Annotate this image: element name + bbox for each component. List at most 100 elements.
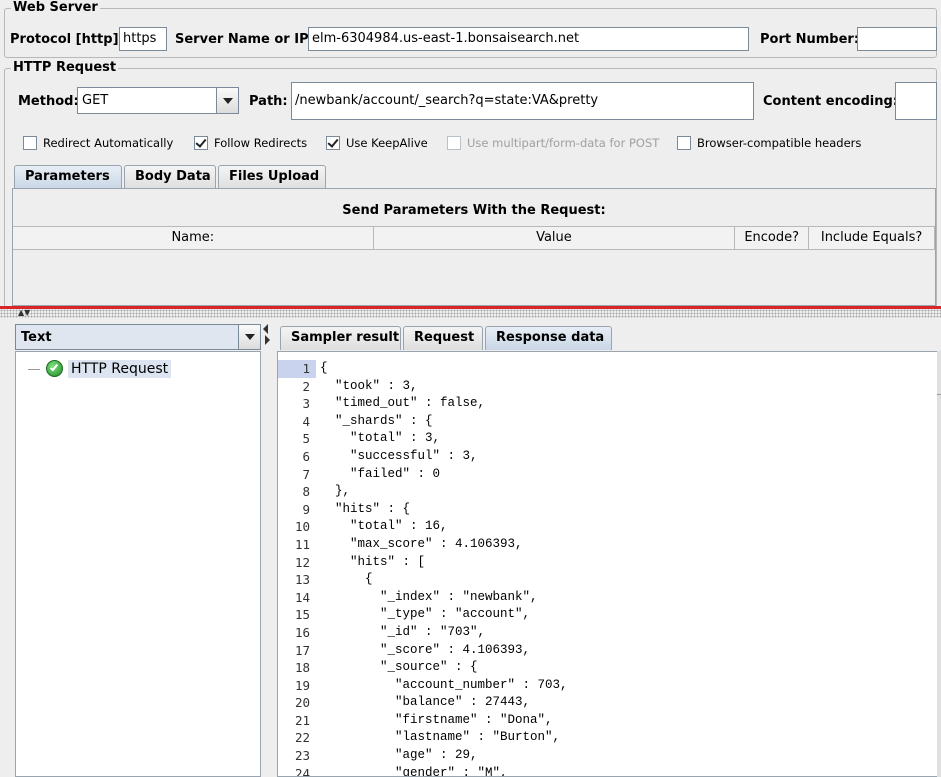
column-header-name[interactable]: Name: bbox=[13, 227, 374, 249]
code-text: { bbox=[320, 361, 328, 375]
code-line: 22 "lastname" : "Burton", bbox=[278, 729, 940, 747]
protocol-field[interactable]: https bbox=[119, 27, 167, 51]
results-tree: HTTP Request bbox=[15, 351, 261, 777]
code-text: "_type" : "account", bbox=[320, 607, 531, 622]
server-name-field[interactable]: elm-6304984.us-east-1.bonsaisearch.net bbox=[308, 27, 749, 51]
column-header-value[interactable]: Value bbox=[374, 227, 736, 249]
method-value: GET bbox=[82, 93, 109, 108]
line-number: 22 bbox=[294, 730, 310, 746]
line-number: 11 bbox=[294, 536, 310, 552]
tree-item-http-request[interactable]: HTTP Request bbox=[68, 360, 172, 378]
checkbox-box[interactable] bbox=[194, 136, 208, 150]
code-text: "_source" : { bbox=[320, 660, 478, 675]
line-number: 21 bbox=[294, 712, 310, 728]
line-number: 5 bbox=[302, 431, 310, 447]
content-encoding-label: Content encoding: bbox=[763, 94, 898, 109]
code-text: "_index" : "newbank", bbox=[320, 589, 538, 604]
code-text: "failed" : 0 bbox=[320, 466, 441, 481]
method-select[interactable]: GET bbox=[77, 87, 239, 114]
code-line: 23 "age" : 29, bbox=[278, 747, 940, 765]
renderer-value: Text bbox=[21, 330, 52, 345]
checkbox-box[interactable] bbox=[677, 136, 691, 150]
line-number: 7 bbox=[302, 466, 310, 482]
method-dropdown-button[interactable] bbox=[216, 88, 238, 113]
tab-response-data[interactable]: Response data bbox=[485, 326, 612, 350]
code-line: 15 "_type" : "account", bbox=[278, 606, 940, 624]
code-text: "timed_out" : false, bbox=[320, 396, 486, 411]
renderer-dropdown-button[interactable] bbox=[238, 325, 260, 349]
line-number: 24 bbox=[294, 765, 310, 777]
code-line: 14 "_index" : "newbank", bbox=[278, 589, 940, 607]
code-line: 4 "_shards" : { bbox=[278, 413, 940, 431]
line-number: 1 bbox=[278, 360, 316, 378]
code-line: 9 "hits" : { bbox=[278, 501, 940, 519]
line-number: 23 bbox=[294, 748, 310, 764]
checkbox-box bbox=[447, 136, 461, 150]
multipart-form-data-checkbox: Use multipart/form-data for POST bbox=[447, 136, 659, 150]
checkbox-box[interactable] bbox=[23, 136, 37, 150]
response-scrollbar[interactable] bbox=[937, 351, 941, 777]
code-line: 10 "total" : 16, bbox=[278, 518, 940, 536]
tab-parameters[interactable]: Parameters bbox=[14, 165, 122, 189]
code-text: "_shards" : { bbox=[320, 413, 433, 428]
vertical-split-handle[interactable] bbox=[262, 320, 272, 777]
parameters-panel: Send Parameters With the Request: Name: … bbox=[12, 188, 936, 306]
code-text: "gender" : "M", bbox=[320, 765, 508, 777]
expand-right-icon[interactable] bbox=[265, 335, 270, 345]
code-text: "age" : 29, bbox=[320, 748, 478, 763]
http-sampler-config: Web Server Protocol [http]: https Server… bbox=[0, 0, 941, 309]
code-line: 20 "balance" : 27443, bbox=[278, 694, 940, 712]
line-number: 14 bbox=[294, 589, 310, 605]
parameters-table-header: Name: Value Encode? Include Equals? bbox=[13, 226, 935, 250]
checkbox-label: Browser-compatible headers bbox=[697, 136, 862, 150]
column-header-include-equals[interactable]: Include Equals? bbox=[809, 227, 935, 249]
line-number: 4 bbox=[302, 413, 310, 429]
browser-compatible-headers-checkbox[interactable]: Browser-compatible headers bbox=[677, 136, 861, 150]
response-text-area[interactable]: 1{2 "took" : 3, 3 "timed_out" : false, 4 "… bbox=[277, 351, 941, 777]
server-name-label: Server Name or IP: bbox=[175, 32, 314, 47]
tab-sampler-result[interactable]: Sampler result bbox=[280, 326, 401, 350]
tab-body-data[interactable]: Body Data bbox=[124, 165, 216, 189]
parameters-title: Send Parameters With the Request: bbox=[342, 203, 606, 218]
port-number-field[interactable] bbox=[857, 27, 937, 51]
line-number: 17 bbox=[294, 642, 310, 658]
follow-redirects-checkbox[interactable]: Follow Redirects bbox=[194, 136, 307, 150]
path-label: Path: bbox=[249, 94, 288, 109]
line-number: 3 bbox=[302, 396, 310, 412]
code-text: { bbox=[320, 572, 373, 587]
use-keepalive-checkbox[interactable]: Use KeepAlive bbox=[326, 136, 428, 150]
chevron-down-icon bbox=[223, 98, 233, 104]
code-line: 17 "_score" : 4.106393, bbox=[278, 642, 940, 660]
checkbox-label: Redirect Automatically bbox=[43, 136, 174, 150]
code-text: "successful" : 3, bbox=[320, 448, 478, 463]
split-arrows-icon[interactable]: ▲▼ bbox=[18, 309, 30, 317]
code-text: "total" : 3, bbox=[320, 431, 441, 446]
code-line: 8 }, bbox=[278, 483, 940, 501]
checkbox-label: Follow Redirects bbox=[214, 136, 308, 150]
column-header-encode[interactable]: Encode? bbox=[735, 227, 810, 249]
code-line: 13 { bbox=[278, 571, 940, 589]
redirect-automatically-checkbox[interactable]: Redirect Automatically bbox=[23, 136, 173, 150]
line-number: 9 bbox=[302, 501, 310, 517]
line-number: 2 bbox=[302, 378, 310, 394]
renderer-select[interactable]: Text bbox=[15, 324, 261, 350]
code-text: "hits" : [ bbox=[320, 554, 426, 569]
chevron-down-icon bbox=[245, 334, 255, 340]
code-line: 3 "timed_out" : false, bbox=[278, 395, 940, 413]
path-field[interactable]: /newbank/account/_search?q=state:VA&pret… bbox=[291, 82, 754, 120]
code-line: 16 "_id" : "703", bbox=[278, 624, 940, 642]
split-pane-divider[interactable] bbox=[0, 309, 941, 318]
content-encoding-field[interactable] bbox=[895, 82, 937, 120]
code-text: "max_score" : 4.106393, bbox=[320, 536, 523, 551]
code-line: 18 "_source" : { bbox=[278, 659, 940, 677]
line-number: 13 bbox=[294, 572, 310, 588]
http-request-legend: HTTP Request bbox=[11, 60, 119, 75]
code-line: 1{ bbox=[278, 360, 940, 378]
code-text: "lastname" : "Burton", bbox=[320, 730, 561, 745]
checkbox-box[interactable] bbox=[326, 136, 340, 150]
tab-request[interactable]: Request bbox=[403, 326, 483, 350]
result-tabs: Sampler result Request Response data bbox=[280, 326, 614, 350]
tab-files-upload[interactable]: Files Upload bbox=[218, 165, 326, 189]
code-text: "account_number" : 703, bbox=[320, 677, 568, 692]
collapse-left-icon[interactable] bbox=[263, 324, 268, 334]
